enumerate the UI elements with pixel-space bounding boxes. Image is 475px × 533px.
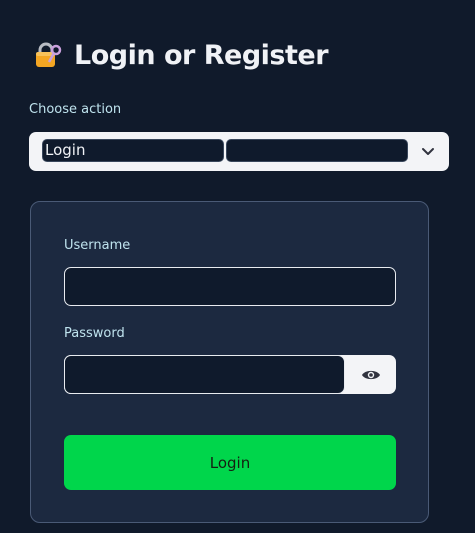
login-form-card: Username Password Login: [30, 201, 429, 523]
action-select-value[interactable]: Login: [42, 139, 224, 162]
password-label: Password: [64, 326, 125, 341]
login-page: Login or Register Choose action Login Us…: [0, 0, 475, 533]
username-label: Username: [64, 238, 131, 253]
action-select[interactable]: Login: [29, 132, 449, 171]
username-field[interactable]: [64, 267, 396, 306]
eye-icon[interactable]: [345, 355, 396, 394]
password-field[interactable]: [64, 355, 345, 394]
lock-with-key-icon: [32, 40, 62, 70]
page-header: Login or Register: [32, 38, 329, 72]
page-title: Login or Register: [74, 39, 329, 71]
action-select-second-value[interactable]: [226, 139, 408, 162]
login-button[interactable]: Login: [64, 435, 396, 490]
action-select-label: Choose action: [29, 102, 122, 117]
password-field-group: [64, 355, 396, 394]
chevron-down-icon[interactable]: [419, 142, 437, 160]
